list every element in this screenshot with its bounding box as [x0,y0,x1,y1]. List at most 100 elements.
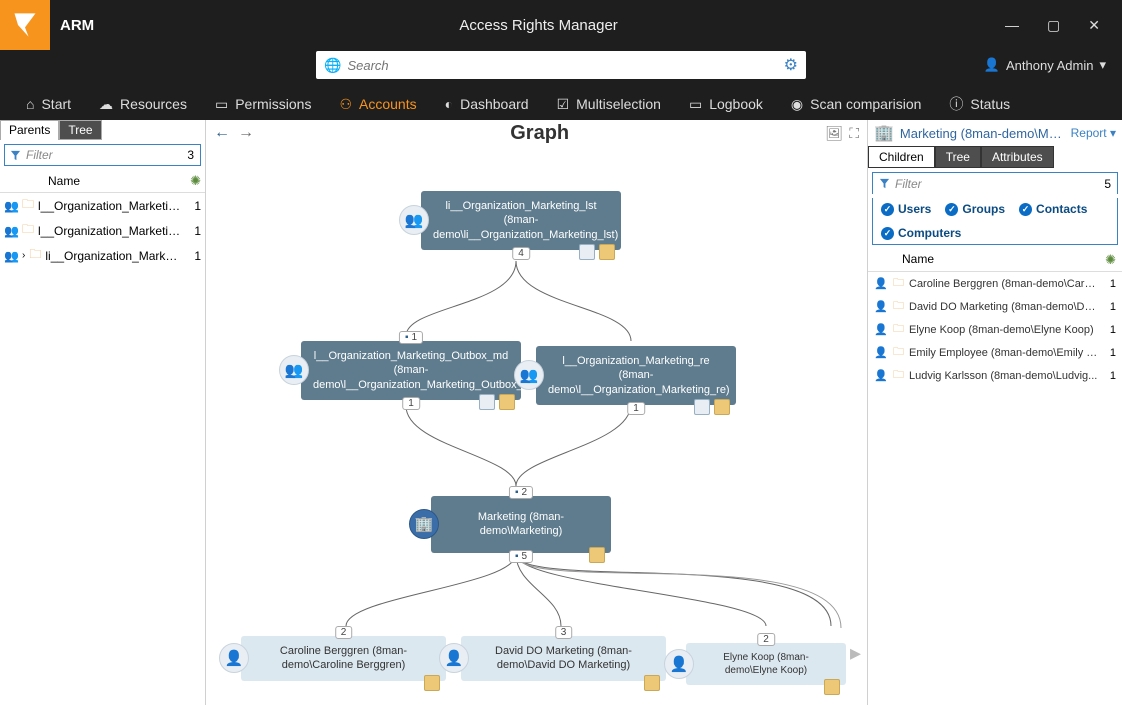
select-icon: ☑ [557,96,570,113]
nav-resources[interactable]: ☁Resources [99,96,187,113]
graph-node-outbox[interactable]: 👥 ▪1 l__Organization_Marketing_Outbox_md… [301,341,521,400]
graph-node-re[interactable]: 👥 l__Organization_Marketing_re (8man-dem… [536,346,736,405]
nav-permissions[interactable]: ▭Permissions [215,96,311,113]
right-tab-children[interactable]: Children [868,146,935,168]
graph-node-user-caroline[interactable]: 👤 2 Caroline Berggren (8man-demo\Carolin… [241,636,446,681]
search-settings-icon[interactable]: ⚙ [784,55,798,75]
nav-multiselection[interactable]: ☑Multiselection [557,96,661,113]
right-filter-count: 5 [1098,177,1117,191]
folder-icon: 🗀 [893,274,904,293]
right-tab-tree[interactable]: Tree [935,146,981,168]
user-icon: 👤 [984,57,1000,73]
scroll-right-arrow[interactable]: ▸ [850,640,861,666]
bug-icon[interactable]: ✺ [1105,252,1116,268]
right-list: 👤🗀Caroline Berggren (8man-demo\Caroli...… [868,272,1122,387]
nav-back-button[interactable]: ← [214,124,230,142]
nav-status[interactable]: ⓘStatus [949,94,1010,114]
graph-canvas[interactable]: 👥 li__Organization_Marketing_lst (8man-d… [206,146,867,705]
group-icon: 👥 [514,360,544,390]
list-item[interactable]: 👥 › 🗀 li__Organization_Marketing... 1 [0,243,205,268]
nav-scan[interactable]: ◉Scan comparision [791,96,922,113]
cloud-icon: ☁ [99,96,113,113]
left-tab-tree[interactable]: Tree [59,120,101,140]
folder-icon: 🗀 [893,320,904,339]
right-panel: 🏢 Marketing (8man-demo\Ma... Report ▾ Ch… [867,120,1122,705]
search-bar: 🌐 ⚙ 👤 Anthony Admin ▾ [0,50,1122,88]
nav-start[interactable]: ⌂Start [26,96,71,112]
nav-forward-button[interactable]: → [238,124,254,142]
folder-icon [479,394,495,410]
right-tab-attributes[interactable]: Attributes [981,146,1054,168]
note-icon [644,675,660,691]
right-col-name[interactable]: Name [874,252,1105,268]
folder-icon: 🗀 [22,220,34,241]
search-field[interactable]: 🌐 ⚙ [316,51,806,79]
left-col-name[interactable]: Name [18,174,190,188]
org-icon: 🏢 [874,123,894,143]
folder-icon: 🗀 [893,297,904,316]
folder-icon [579,244,595,260]
list-item[interactable]: 👤🗀Ludvig Karlsson (8man-demo\Ludvig...1 [868,364,1122,387]
user-icon: 👤 [874,323,888,336]
product-name: ARM [60,17,94,34]
toggle-groups[interactable]: ✓Groups [945,202,1005,216]
group-icon: 👥 [399,205,429,235]
maximize-button[interactable]: ▢ [1047,17,1060,34]
list-item[interactable]: 👤🗀David DO Marketing (8man-demo\Da...1 [868,295,1122,318]
folder-icon [694,399,710,415]
nav-dashboard[interactable]: ◐Dashboard [445,96,529,112]
graph-panel: ← → Graph 🖼 ⛶ 👥 [206,120,867,705]
group-icon: 👥 [279,355,309,385]
list-item[interactable]: 👤🗀Emily Employee (8man-demo\Emily E...1 [868,341,1122,364]
eye-icon: ◉ [791,96,803,113]
right-list-header: Name ✺ [868,249,1122,272]
list-item[interactable]: 👥 🗀 l__Organization_Marketing... 1 [0,218,205,243]
globe-icon: 🌐 [324,57,341,74]
note-icon [424,675,440,691]
toggle-computers[interactable]: ✓Computers [881,226,961,240]
export-icon[interactable]: 🖼 [825,125,843,142]
close-button[interactable]: ✕ [1088,17,1100,34]
left-panel: Parents Tree Filter 3 Name ✺ 👥 🗀 l__Orga… [0,120,206,705]
node-child-count: 4 [512,247,530,260]
node-child-count: 1 [402,397,420,410]
note-icon [589,547,605,563]
group-icon: 👥 [4,199,18,213]
left-list: 👥 🗀 l__Organization_Marketing... 1 👥 🗀 l… [0,193,205,268]
node-child-count: ▪5 [509,550,533,563]
user-icon: 👤 [439,643,469,673]
nav-accounts[interactable]: ⚇Accounts [339,96,416,113]
bug-icon[interactable]: ✺ [190,173,201,189]
folder-icon: 🗀 [29,245,41,266]
home-icon: ⌂ [26,96,34,112]
book-icon: ▭ [689,96,702,113]
graph-node-marketing[interactable]: 🏢 ▪2 Marketing (8man-demo\Marketing) ▪5 [431,496,611,553]
search-input[interactable] [347,58,783,73]
graph-node-user-david[interactable]: 👤 3 David DO Marketing (8man-demo\David … [461,636,666,681]
graph-node-org-list[interactable]: 👥 li__Organization_Marketing_lst (8man-d… [421,191,621,250]
user-menu[interactable]: 👤 Anthony Admin ▾ [984,57,1106,73]
chevron-down-icon: ▾ [1099,57,1106,73]
expand-icon[interactable]: ⛶ [849,125,859,142]
nav-logbook[interactable]: ▭Logbook [689,96,763,113]
folder-icon: 🗀 [893,343,904,362]
right-filter[interactable]: Filter 5 [872,172,1118,194]
toggle-contacts[interactable]: ✓Contacts [1019,202,1087,216]
left-tab-parents[interactable]: Parents [0,120,59,140]
list-item[interactable]: 👤🗀Caroline Berggren (8man-demo\Caroli...… [868,272,1122,295]
node-parent-count: ▪2 [509,486,533,499]
list-item[interactable]: 👤🗀Elyne Koop (8man-demo\Elyne Koop)1 [868,318,1122,341]
toggle-users[interactable]: ✓Users [881,202,931,216]
report-link[interactable]: Report ▾ [1071,126,1116,140]
title-bar: ARM Access Rights Manager — ▢ ✕ [0,0,1122,50]
minimize-button[interactable]: — [1005,17,1019,33]
graph-node-user-elyne[interactable]: 👤 2 Elyne Koop (8man-demo\Elyne Koop) [686,643,846,685]
graph-title: Graph [254,122,825,145]
node-parent-count: 2 [757,633,775,646]
group-icon: 👥 [4,249,18,263]
main-nav: ⌂Start ☁Resources ▭Permissions ⚇Accounts… [0,88,1122,120]
list-item[interactable]: 👥 🗀 l__Organization_Marketing... 1 [0,193,205,218]
user-icon: 👤 [874,277,888,290]
left-filter[interactable]: Filter 3 [4,144,201,166]
app-title: Access Rights Manager [94,17,983,34]
